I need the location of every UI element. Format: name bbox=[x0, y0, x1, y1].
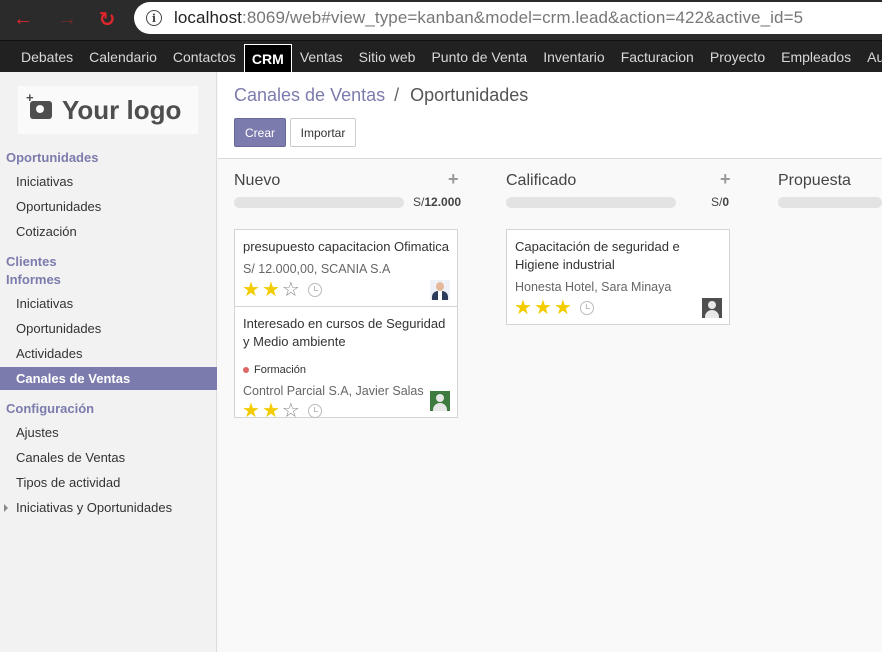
column-title[interactable]: Propuesta bbox=[778, 172, 851, 190]
star-icon[interactable]: ★ bbox=[242, 401, 260, 421]
sidebar-item-cotizacion[interactable]: Cotización bbox=[0, 220, 217, 243]
column-title[interactable]: Calificado bbox=[506, 172, 576, 190]
browser-chrome: ← → ↻ i localhost:8069/web#view_type=kan… bbox=[0, 0, 882, 40]
menu-ausencias[interactable]: Ausencias bbox=[859, 41, 882, 72]
priority-stars[interactable]: ★ ★ ★ bbox=[514, 298, 594, 318]
column-title[interactable]: Nuevo bbox=[234, 172, 280, 190]
menu-empleados[interactable]: Empleados bbox=[773, 41, 859, 72]
sidebar-item-config-canales[interactable]: Canales de Ventas bbox=[0, 446, 217, 469]
breadcrumb: Canales de Ventas / Oportunidades bbox=[234, 85, 528, 106]
breadcrumb-current: Oportunidades bbox=[410, 85, 529, 105]
expand-caret-icon[interactable] bbox=[4, 504, 8, 512]
clock-icon[interactable] bbox=[307, 404, 322, 418]
breadcrumb-parent[interactable]: Canales de Ventas bbox=[234, 85, 385, 105]
card-title: presupuesto capacitacion Ofimatica bbox=[243, 239, 449, 254]
tag-dot-icon bbox=[243, 367, 249, 373]
avatar bbox=[430, 280, 450, 300]
avatar bbox=[702, 298, 722, 318]
tag-badge: Formación bbox=[243, 364, 306, 376]
kanban-card[interactable]: presupuesto capacitacion Ofimatica S/ 12… bbox=[234, 229, 458, 307]
address-bar[interactable]: i localhost:8069/web#view_type=kanban&mo… bbox=[134, 2, 882, 34]
kanban-card[interactable]: Interesado en cursos de Seguridad y Medio… bbox=[234, 306, 458, 421]
clock-icon[interactable] bbox=[307, 283, 322, 297]
control-panel: Canales de Ventas / Oportunidades Crear … bbox=[218, 72, 882, 159]
back-arrow-icon[interactable]: ← bbox=[10, 6, 36, 32]
card-title: Capacitación de seguridad e Higiene indus… bbox=[515, 239, 680, 272]
sidebar-item-informes-oportunidades[interactable]: Oportunidades bbox=[0, 317, 217, 340]
menu-proyecto[interactable]: Proyecto bbox=[702, 41, 773, 72]
menu-debates[interactable]: Debates bbox=[13, 41, 81, 72]
star-icon[interactable]: ★ bbox=[534, 298, 552, 318]
star-outline-icon[interactable]: ☆ bbox=[282, 280, 300, 300]
card-subtitle: Control Parcial S.A, Javier Salas bbox=[243, 384, 424, 398]
sidebar-item-iniciativas[interactable]: Iniciativas bbox=[0, 170, 217, 193]
sidebar-item-informes-iniciativas[interactable]: Iniciativas bbox=[0, 292, 217, 315]
menu-ventas[interactable]: Ventas bbox=[292, 41, 351, 72]
sidebar-item-iniciativas-oportunidades[interactable]: Iniciativas y Oportunidades bbox=[0, 496, 217, 519]
column-progress-bar[interactable] bbox=[506, 197, 676, 208]
menu-sitio-web[interactable]: Sitio web bbox=[351, 41, 424, 72]
priority-stars[interactable]: ★ ★ ☆ bbox=[242, 401, 322, 421]
menu-crm[interactable]: CRM bbox=[243, 43, 292, 72]
reload-icon[interactable]: ↻ bbox=[94, 6, 120, 32]
kanban-card[interactable]: Capacitación de seguridad e Higiene indus… bbox=[506, 229, 730, 325]
menu-contactos[interactable]: Contactos bbox=[165, 41, 244, 72]
column-progress-bar[interactable] bbox=[778, 197, 882, 208]
star-icon[interactable]: ★ bbox=[554, 298, 572, 318]
star-icon[interactable]: ★ bbox=[262, 280, 280, 300]
create-button[interactable]: Crear bbox=[234, 118, 286, 147]
card-subtitle: S/ 12.000,00, SCANIA S.A bbox=[243, 262, 391, 276]
sidebar-item-label: Iniciativas y Oportunidades bbox=[16, 500, 173, 515]
star-outline-icon[interactable]: ☆ bbox=[282, 401, 300, 421]
url-text[interactable]: localhost:8069/web#view_type=kanban&mode… bbox=[174, 8, 803, 28]
sidebar-item-ajustes[interactable]: Ajustes bbox=[0, 421, 217, 444]
star-icon[interactable]: ★ bbox=[262, 401, 280, 421]
column-total: S/0 bbox=[711, 195, 730, 209]
section-clientes[interactable]: Clientes bbox=[6, 254, 57, 269]
logo-text: Your logo bbox=[62, 94, 182, 125]
section-informes[interactable]: Informes bbox=[6, 272, 61, 287]
info-icon[interactable]: i bbox=[146, 10, 162, 26]
menu-calendario[interactable]: Calendario bbox=[81, 41, 165, 72]
card-subtitle: Honesta Hotel, Sara Minaya bbox=[515, 280, 672, 294]
camera-icon bbox=[26, 90, 52, 119]
star-icon[interactable]: ★ bbox=[514, 298, 532, 318]
sidebar: Your logo Oportunidades Iniciativas Opor… bbox=[0, 72, 217, 652]
priority-stars[interactable]: ★ ★ ☆ bbox=[242, 280, 322, 300]
sidebar-item-actividades[interactable]: Actividades bbox=[0, 342, 217, 365]
column-total: S/12.000 bbox=[413, 195, 462, 209]
add-card-icon[interactable]: + bbox=[448, 169, 459, 190]
main-content: Canales de Ventas / Oportunidades Crear … bbox=[218, 72, 882, 652]
add-card-icon[interactable]: + bbox=[720, 169, 731, 190]
breadcrumb-separator: / bbox=[394, 85, 400, 105]
app-menu-bar: Debates Calendario Contactos CRM Ventas … bbox=[0, 40, 882, 72]
import-button[interactable]: Importar bbox=[290, 118, 356, 147]
menu-punto-de-venta[interactable]: Punto de Venta bbox=[423, 41, 535, 72]
menu-inventario[interactable]: Inventario bbox=[535, 41, 612, 72]
clock-icon[interactable] bbox=[579, 301, 594, 315]
avatar bbox=[430, 391, 450, 411]
section-configuracion[interactable]: Configuración bbox=[6, 401, 94, 416]
column-progress-bar[interactable] bbox=[234, 197, 404, 208]
card-title: Interesado en cursos de Seguridad y Medio… bbox=[243, 316, 446, 349]
sidebar-item-oportunidades[interactable]: Oportunidades bbox=[0, 195, 217, 218]
star-icon[interactable]: ★ bbox=[242, 280, 260, 300]
company-logo[interactable]: Your logo bbox=[18, 86, 198, 134]
menu-facturacion[interactable]: Facturacion bbox=[613, 41, 702, 72]
sidebar-item-canales-de-ventas[interactable]: Canales de Ventas bbox=[0, 367, 217, 390]
forward-arrow-icon[interactable]: → bbox=[54, 6, 80, 32]
sidebar-item-tipos-actividad[interactable]: Tipos de actividad bbox=[0, 471, 217, 494]
section-oportunidades[interactable]: Oportunidades bbox=[6, 150, 98, 165]
